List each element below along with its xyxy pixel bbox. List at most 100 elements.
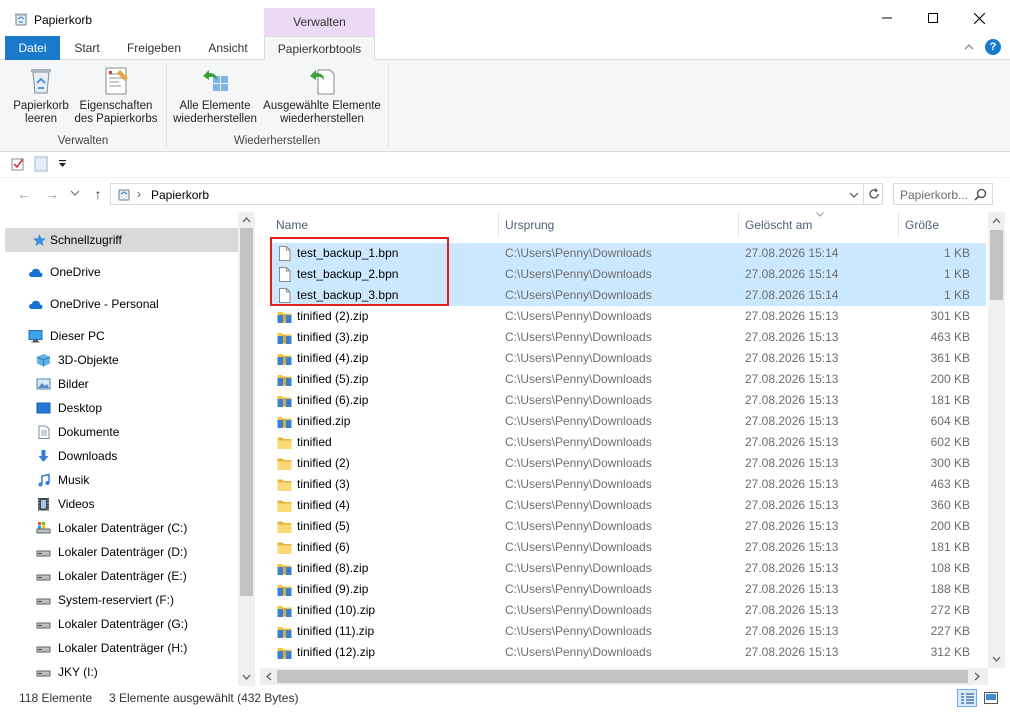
system-drive-icon: [36, 522, 51, 534]
close-button[interactable]: [956, 0, 1002, 36]
sidebar-item[interactable]: OneDrive - Personal: [5, 292, 238, 316]
table-row[interactable]: tinified (3).zip C:\Users\Penny\Downloads…: [270, 327, 986, 348]
file-deleted-date: 27.08.2026 15:13: [745, 372, 839, 386]
list-horizontal-thumb[interactable]: [277, 670, 968, 683]
recycle-bin-icon: [15, 13, 27, 26]
sidebar-item[interactable]: 3D-Objekte: [5, 348, 238, 372]
chevron-up-icon[interactable]: [962, 40, 976, 54]
scroll-down-icon[interactable]: [992, 656, 1001, 663]
restore-selected-button[interactable]: Ausgewählte Elemente wiederherstellen: [262, 64, 382, 126]
file-name: tinified (4): [297, 498, 350, 512]
column-header-origin[interactable]: Ursprung: [505, 212, 735, 238]
file-size: 1 KB: [943, 267, 970, 281]
search-input[interactable]: Papierkorb...: [893, 183, 993, 205]
list-vertical-scrollbar[interactable]: [988, 212, 1005, 668]
large-icons-view-button[interactable]: [981, 689, 1001, 707]
column-header-size[interactable]: Größe: [905, 212, 985, 238]
refresh-icon[interactable]: [867, 187, 881, 201]
table-row[interactable]: tinified (11).zip C:\Users\Penny\Download…: [270, 621, 986, 642]
column-divider[interactable]: [738, 212, 739, 238]
table-row[interactable]: tinified (10).zip C:\Users\Penny\Download…: [270, 600, 986, 621]
table-row[interactable]: tinified (5) C:\Users\Penny\Downloads 27.0…: [270, 516, 986, 537]
table-row[interactable]: test_backup_2.bpn C:\Users\Penny\Download…: [270, 264, 986, 285]
list-vertical-thumb[interactable]: [990, 230, 1003, 300]
table-row[interactable]: test_backup_3.bpn C:\Users\Penny\Download…: [270, 285, 986, 306]
table-row[interactable]: tinified (5).zip C:\Users\Penny\Downloads…: [270, 369, 986, 390]
sidebar-item[interactable]: Lokaler Datenträger (G:): [5, 612, 238, 636]
file-deleted-date: 27.08.2026 15:14: [745, 267, 839, 281]
tab-ansicht[interactable]: Ansicht: [196, 36, 260, 60]
forward-button[interactable]: →: [42, 184, 62, 204]
sidebar-item[interactable]: Lokaler Datenträger (E:): [5, 564, 238, 588]
recent-locations-icon[interactable]: [70, 188, 80, 198]
maximize-button[interactable]: [910, 0, 956, 36]
file-name: tinified (9).zip: [297, 582, 369, 596]
table-row[interactable]: tinified (8).zip C:\Users\Penny\Downloads…: [270, 558, 986, 579]
minimize-button[interactable]: [864, 0, 910, 36]
scroll-left-icon[interactable]: [265, 672, 272, 681]
file-size: 181 KB: [930, 393, 970, 407]
details-view-button[interactable]: [957, 689, 977, 707]
sidebar-item[interactable]: Schnellzugriff: [5, 228, 238, 252]
zip-folder-icon: [277, 585, 292, 596]
up-button[interactable]: ↑: [88, 184, 108, 204]
empty-recycle-bin-button[interactable]: Papierkorb leeren: [8, 64, 74, 126]
tab-papierkorbtools[interactable]: Papierkorbtools: [264, 36, 375, 61]
search-placeholder: Papierkorb...: [900, 188, 969, 202]
help-icon[interactable]: ?: [985, 39, 1001, 55]
file-name: tinified (2).zip: [297, 309, 369, 323]
table-row[interactable]: tinified (4) C:\Users\Penny\Downloads 27.0…: [270, 495, 986, 516]
column-header-name[interactable]: Name: [276, 212, 496, 238]
tab-freigeben[interactable]: Freigeben: [114, 36, 194, 60]
sidebar-item[interactable]: OneDrive: [5, 260, 238, 284]
sidebar-item[interactable]: Lokaler Datenträger (H:): [5, 636, 238, 660]
sidebar-item[interactable]: JKY (I:): [5, 660, 238, 684]
chevron-down-icon[interactable]: [849, 190, 859, 200]
tab-datei[interactable]: Datei: [5, 36, 60, 60]
table-row[interactable]: tinified (2) C:\Users\Penny\Downloads 27.0…: [270, 453, 986, 474]
column-divider[interactable]: [498, 212, 499, 238]
file-name: tinified (6).zip: [297, 393, 369, 407]
scroll-right-icon[interactable]: [974, 672, 981, 681]
sidebar-item[interactable]: Videos: [5, 492, 238, 516]
scroll-up-icon[interactable]: [242, 216, 251, 223]
sidebar-item[interactable]: Desktop: [5, 396, 238, 420]
sidebar-item[interactable]: Lokaler Datenträger (C:): [5, 516, 238, 540]
table-row[interactable]: tinified (9).zip C:\Users\Penny\Downloads…: [270, 579, 986, 600]
sidebar-item[interactable]: Musik: [5, 468, 238, 492]
file-name: test_backup_3.bpn: [297, 288, 399, 302]
table-row[interactable]: tinified (4).zip C:\Users\Penny\Downloads…: [270, 348, 986, 369]
table-row[interactable]: tinified.zip C:\Users\Penny\Downloads 27.0…: [270, 411, 986, 432]
new-folder-icon[interactable]: [34, 156, 48, 172]
address-field[interactable]: › Papierkorb: [110, 183, 883, 205]
sidebar-item[interactable]: Downloads: [5, 444, 238, 468]
properties-check-icon[interactable]: [11, 157, 25, 171]
scroll-up-icon[interactable]: [992, 217, 1001, 224]
table-row[interactable]: tinified (3) C:\Users\Penny\Downloads 27.0…: [270, 474, 986, 495]
table-row[interactable]: tinified (12).zip C:\Users\Penny\Download…: [270, 642, 986, 663]
restore-selected-line1: Ausgewählte Elemente: [263, 100, 381, 112]
back-button[interactable]: ←: [14, 184, 34, 204]
tab-start[interactable]: Start: [62, 36, 112, 60]
file-size: 227 KB: [930, 624, 970, 638]
restore-all-button[interactable]: Alle Elemente wiederherstellen: [170, 64, 260, 126]
table-row[interactable]: tinified C:\Users\Penny\Downloads 27.08.20…: [270, 432, 986, 453]
scroll-down-icon[interactable]: [242, 674, 251, 681]
table-row[interactable]: tinified (6) C:\Users\Penny\Downloads 27.0…: [270, 537, 986, 558]
recycle-bin-properties-button[interactable]: Eigenschaften des Papierkorbs: [74, 64, 158, 126]
table-row[interactable]: tinified (2).zip C:\Users\Penny\Downloads…: [270, 306, 986, 327]
sidebar-item[interactable]: System-reserviert (F:): [5, 588, 238, 612]
nav-scrollbar[interactable]: [238, 212, 255, 686]
sidebar-item[interactable]: Lokaler Datenträger (D:): [5, 540, 238, 564]
nav-scroll-thumb[interactable]: [240, 228, 253, 596]
customize-toolbar-icon[interactable]: [58, 160, 67, 168]
props-label-line1: Eigenschaften: [79, 100, 153, 112]
table-row[interactable]: tinified (6).zip C:\Users\Penny\Downloads…: [270, 390, 986, 411]
column-divider[interactable]: [898, 212, 899, 238]
sidebar-item[interactable]: Dieser PC: [5, 324, 238, 348]
table-row[interactable]: test_backup_1.bpn C:\Users\Penny\Download…: [270, 243, 986, 264]
ribbon-tab-row: Datei Start Freigeben Ansicht Papierkorb…: [0, 36, 1010, 61]
list-horizontal-scrollbar[interactable]: [260, 668, 988, 685]
sidebar-item[interactable]: Dokumente: [5, 420, 238, 444]
sidebar-item[interactable]: Bilder: [5, 372, 238, 396]
